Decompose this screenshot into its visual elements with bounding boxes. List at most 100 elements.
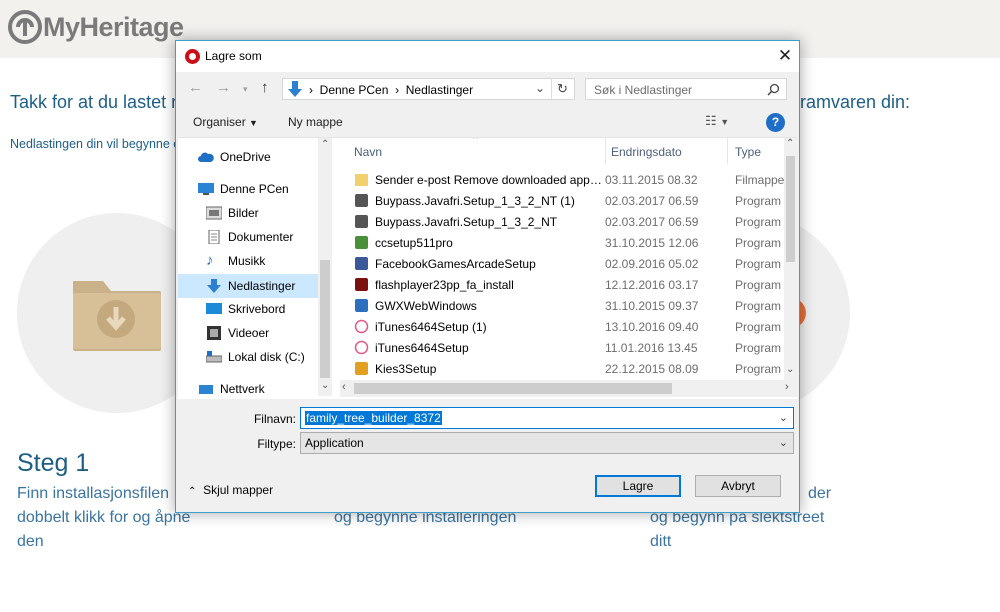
nav-item-label: Musikk [228,254,266,268]
nav-item-this-pc[interactable]: Denne PCen [198,178,289,200]
step1-text: Finn installasjonsfilen dobbelt klikk fo… [17,482,190,554]
column-type[interactable]: Type [735,145,761,159]
file-name: GWXWebWindows [375,299,477,313]
nav-item-desktop[interactable]: Skrivebord [206,298,285,320]
file-row[interactable]: Kies3Setup 22.12.2015 08.09 Program [340,358,781,379]
filetype-value: Application [305,436,364,450]
navigation-bar: ← → ▾ ↑ › Denne PCen › Nedlastinger ⌄ ↻ [176,74,799,104]
file-name: Sender e-post Remove downloaded apps... [375,173,603,187]
download-note: Nedlastingen din vil begynne c [10,137,180,151]
nav-item-videos[interactable]: Videoer [206,322,269,344]
list-scrollbar[interactable]: ⌃ ⌄ [784,138,797,380]
file-date: 22.12.2015 08.09 [605,362,699,376]
nav-item-label: Skrivebord [228,302,286,316]
list-horizontal-scrollbar[interactable]: ‹ › [340,380,797,397]
address-dropdown-icon[interactable]: ⌄ [535,81,545,95]
nav-item-downloads[interactable]: Nedlastinger [178,274,318,298]
file-type: Program [735,257,782,271]
hscroll-thumb[interactable] [354,383,672,394]
browser-area: OneDrive Denne PCen Bilder Dokumenter ♪ … [178,137,797,399]
scroll-down-icon[interactable]: ⌄ [786,364,794,375]
forward-arrow-icon[interactable]: → [216,79,231,96]
breadcrumb-this-pc[interactable]: Denne PCen [320,83,389,97]
nav-item-documents[interactable]: Dokumenter [206,226,293,248]
computer-icon [198,182,214,196]
nav-item-label: Nettverk [220,382,265,396]
collapse-chevron-icon: ⌃ [188,486,197,497]
filetype-dropdown-icon[interactable]: ⌄ [779,436,788,449]
search-icon[interactable] [767,83,780,96]
step1-line: den [17,533,44,550]
file-date: 13.10.2016 09.40 [605,320,699,334]
dialog-title: Lagre som [205,49,262,63]
column-separator[interactable] [605,138,606,164]
nav-item-pictures[interactable]: Bilder [205,202,259,224]
file-type: Program [735,194,782,208]
nav-scroll-thumb[interactable] [320,260,330,378]
new-folder-button[interactable]: Ny mappe [288,115,343,129]
list-scroll-thumb[interactable] [786,156,795,262]
desktop-icon [206,302,222,316]
thanks-heading-right: ramvaren din: [800,92,911,112]
file-type: Program [735,215,782,229]
filetype-select[interactable]: Application ⌄ [300,432,794,454]
dialog-titlebar[interactable]: Lagre som ✕ [176,41,799,72]
cancel-button[interactable]: Avbryt [695,475,781,497]
up-arrow-icon[interactable]: ↑ [261,79,269,96]
myheritage-logo[interactable]: MyHeritage [8,10,184,44]
file-name: iTunes6464Setup [375,341,469,355]
back-arrow-icon[interactable]: ← [188,79,203,96]
recent-chevron-icon[interactable]: ▾ [243,84,248,95]
hide-folders-toggle[interactable]: ⌃ Skjul mapper [188,483,273,497]
breadcrumb-downloads[interactable]: Nedlastinger [406,83,473,97]
nav-item-label: Denne PCen [220,182,289,196]
nav-item-local-disk[interactable]: Lokal disk (C:) [205,346,305,368]
nav-scrollbar[interactable]: ⌃ ⌄ [318,138,332,396]
scroll-up-icon[interactable]: ⌃ [786,138,794,149]
nav-item-onedrive[interactable]: OneDrive [198,146,271,168]
file-row[interactable]: iTunes6464Setup 11.01.2016 13.45 Program [340,337,781,358]
file-row[interactable]: FacebookGamesArcadeSetup 02.09.2016 05.02… [340,253,781,274]
view-options-icon[interactable]: ☷ ▼ [705,113,729,129]
help-button[interactable]: ? [766,113,785,132]
address-bar[interactable]: › Denne PCen › Nedlastinger ⌄ ↻ [282,78,575,100]
video-icon [206,326,222,340]
nav-item-label: Bilder [228,206,259,220]
nav-item-music[interactable]: ♪ Musikk [206,250,265,272]
scroll-left-icon[interactable]: ‹ [342,381,346,393]
file-row[interactable]: iTunes6464Setup (1) 13.10.2016 09.40 Progr… [340,316,781,337]
nav-item-network[interactable]: Nettverk [198,378,265,396]
search-field[interactable]: Søk i Nedlastinger [585,78,787,100]
kies-icon [354,361,369,376]
nav-item-label: Nedlastinger [228,279,296,293]
scroll-right-icon[interactable]: › [785,381,789,393]
navigation-pane: OneDrive Denne PCen Bilder Dokumenter ♪ … [178,138,332,396]
file-row[interactable]: Buypass.Javafri.Setup_1_3_2_NT 02.03.2017… [340,211,781,232]
column-separator[interactable] [727,138,728,164]
filename-dropdown-icon[interactable]: ⌄ [779,411,788,424]
file-name: iTunes6464Setup (1) [375,320,487,334]
save-as-dialog: Lagre som ✕ ← → ▾ ↑ › Denne PCen › Nedla… [175,40,800,513]
filename-input[interactable]: family_tree_builder_8372 ⌄ [300,407,794,429]
refresh-icon[interactable]: ↻ [557,81,568,97]
file-row[interactable]: ccsetup511pro 31.10.2015 12.06 Program [340,232,781,253]
file-date: 03.11.2015 08.32 [605,173,698,187]
file-row[interactable]: Sender e-post Remove downloaded apps... 0… [340,169,784,190]
save-button[interactable]: Lagre [595,475,681,497]
opera-icon [185,49,200,64]
file-row[interactable]: Buypass.Javafri.Setup_1_3_2_NT (1) 02.03.… [340,190,781,211]
installer-icon [354,214,369,229]
organize-button[interactable]: Organiser ▼ [193,115,258,129]
folder-icon [354,172,369,187]
file-type: Program [735,362,782,376]
file-row[interactable]: GWXWebWindows 31.10.2015 09.37 Program [340,295,781,316]
page: MyHeritage Takk for at du lastet n ramva… [0,0,1000,612]
document-icon [206,229,222,245]
scroll-up-icon[interactable]: ⌃ [321,139,329,150]
file-date: 31.10.2015 12.06 [605,236,699,250]
scroll-down-icon[interactable]: ⌄ [321,380,329,391]
file-row[interactable]: flashplayer23pp_fa_install 12.12.2016 03.… [340,274,781,295]
column-date[interactable]: Endringsdato [611,145,682,159]
close-button[interactable]: ✕ [776,46,794,66]
column-name[interactable]: Navn [354,145,382,159]
